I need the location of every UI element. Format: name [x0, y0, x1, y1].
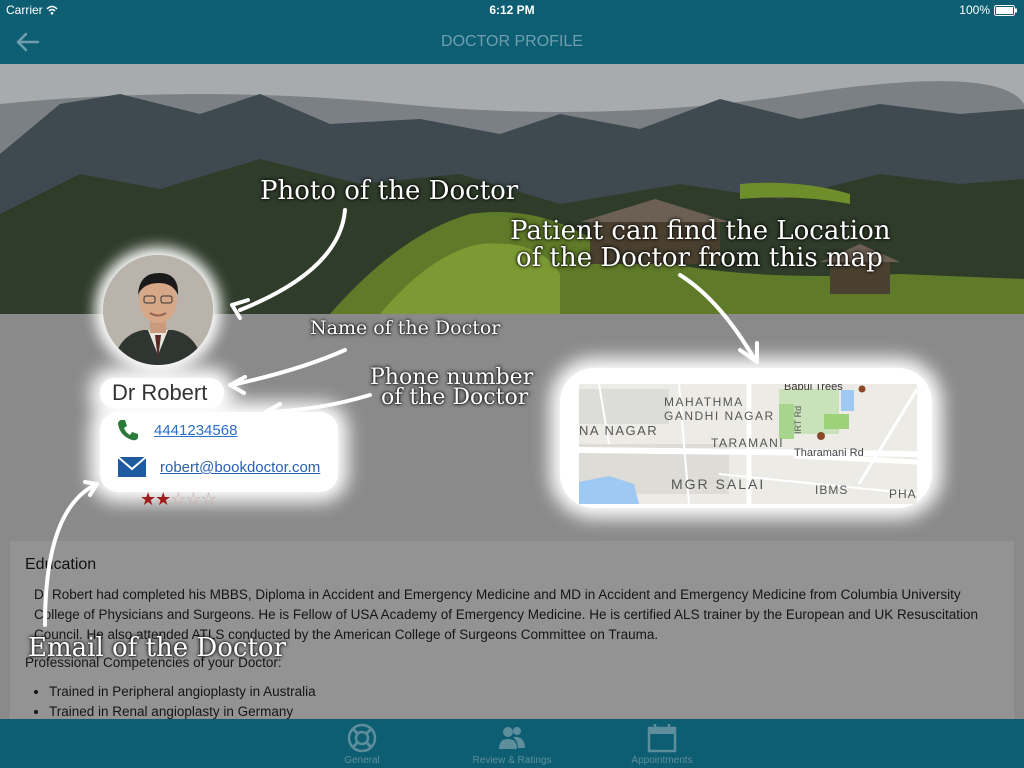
email-icon[interactable]	[117, 455, 147, 479]
star-empty-icon: ☆	[200, 489, 217, 509]
tab-bar: General Review & Ratings Appointments	[0, 719, 1024, 768]
tab-review-ratings[interactable]: Review & Ratings	[442, 719, 582, 768]
page-title: DOCTOR PROFILE	[441, 33, 583, 50]
doctor-name: Dr Robert	[112, 380, 208, 405]
tab-general[interactable]: General	[292, 719, 432, 768]
map-label-pha: PHA	[889, 487, 917, 501]
map-label-taramani: TARAMANI	[711, 436, 784, 450]
map-label-mahathma: MAHATHMA	[664, 395, 744, 409]
location-map[interactable]: Babul Trees MAHATHMA GANDHI NAGAR IRT Rd…	[579, 384, 917, 504]
phone-icon[interactable]	[115, 417, 141, 443]
map-label-na-nagar: NA NAGAR	[579, 423, 658, 438]
map-canvas[interactable]: Babul Trees MAHATHMA GANDHI NAGAR IRT Rd…	[579, 384, 917, 504]
annotation-email: Email of the Doctor	[28, 633, 287, 663]
phone-number-link[interactable]: 4441234568	[154, 422, 237, 439]
map-label-babul-trees: Babul Trees	[784, 384, 843, 393]
navigation-bar: DOCTOR PROFILE	[0, 20, 1024, 64]
annotation-location-line1: Patient can find the Location	[510, 216, 891, 246]
star-filled-icon: ★	[155, 489, 171, 509]
annotation-phone-line2: of the Doctor	[381, 385, 529, 410]
avatar-icon	[103, 255, 213, 365]
doctor-photo	[103, 255, 213, 365]
annotation-location-line2: of the Doctor from this map	[516, 243, 883, 273]
annotation-photo: Photo of the Doctor	[260, 176, 519, 206]
map-label-irt-rd: IRT Rd	[793, 406, 803, 434]
map-label-mgr-salai: MGR SALAI	[671, 476, 765, 492]
map-label-gandhi-nagar: GANDHI NAGAR	[664, 409, 775, 423]
calendar-icon	[647, 724, 677, 753]
list-item: Trained in Peripheral angioplasty in Aus…	[49, 682, 316, 702]
competencies-list: Trained in Peripheral angioplasty in Aus…	[24, 682, 316, 722]
users-icon	[499, 727, 525, 749]
annotation-name: Name of the Doctor	[310, 317, 501, 339]
education-heading: Education	[25, 556, 97, 573]
tab-appointments[interactable]: Appointments	[592, 719, 732, 768]
star-empty-icon: ☆	[170, 489, 186, 509]
email-link[interactable]: robert@bookdoctor.com	[160, 459, 320, 476]
battery-icon	[994, 4, 1017, 16]
map-label-taramani-rd: Tharamani Rd	[794, 447, 864, 459]
status-bar: Carrier 6:12 PM 100%	[0, 0, 1024, 20]
star-empty-icon: ☆	[185, 489, 201, 509]
rating-stars: ★★☆☆☆	[140, 489, 217, 510]
lifebuoy-icon	[347, 723, 377, 753]
clock: 6:12 PM	[489, 3, 535, 17]
battery-indicator: 100%	[959, 3, 1018, 17]
map-label-ibms: IBMS	[815, 483, 848, 497]
star-filled-icon: ★	[140, 489, 156, 509]
